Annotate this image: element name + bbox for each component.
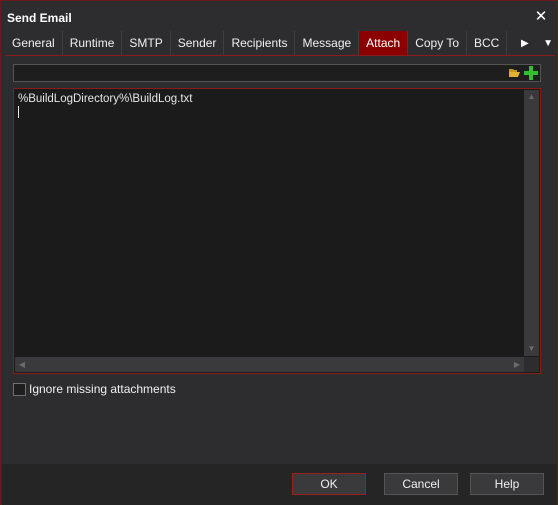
tab-runtime[interactable]: Runtime — [63, 31, 123, 55]
chevron-right-icon[interactable]: ▶ — [521, 38, 529, 49]
scrollbar-corner — [524, 357, 539, 372]
vertical-scrollbar[interactable]: ▲ ▼ — [524, 90, 539, 356]
ok-button[interactable]: OK — [292, 473, 366, 495]
menu-down-icon[interactable]: ▼ — [543, 38, 553, 49]
tab-scroll-controls: ▶ ▼ — [521, 31, 553, 55]
send-email-dialog: Send Email ✕ General Runtime SMTP Sender… — [0, 0, 558, 505]
scroll-right-icon[interactable]: ▶ — [510, 357, 524, 372]
attach-panel: %BuildLogDirectory%\BuildLog.txt ▲ ▼ ◀ ▶… — [5, 56, 554, 464]
folder-icon[interactable] — [509, 68, 520, 78]
scroll-down-icon[interactable]: ▼ — [524, 342, 539, 356]
attachment-path-input[interactable] — [14, 65, 504, 81]
title-bar: Send Email ✕ — [2, 2, 557, 32]
tab-general[interactable]: General — [5, 31, 63, 55]
dialog-title: Send Email — [7, 11, 72, 25]
scroll-left-icon[interactable]: ◀ — [15, 357, 29, 372]
cancel-button[interactable]: Cancel — [384, 473, 458, 495]
tab-smtp[interactable]: SMTP — [122, 31, 171, 55]
dialog-footer: OK Cancel Help — [2, 464, 557, 505]
tab-sender[interactable]: Sender — [171, 31, 225, 55]
ignore-missing-option[interactable]: Ignore missing attachments — [13, 382, 176, 396]
tab-recipients[interactable]: Recipients — [224, 31, 296, 55]
help-button[interactable]: Help — [470, 473, 544, 495]
attachments-list[interactable]: %BuildLogDirectory%\BuildLog.txt ▲ ▼ ◀ ▶ — [13, 88, 541, 374]
close-icon[interactable]: ✕ — [531, 7, 551, 27]
tab-attach[interactable]: Attach — [359, 31, 409, 55]
scroll-up-icon[interactable]: ▲ — [524, 90, 539, 104]
ignore-missing-label: Ignore missing attachments — [29, 382, 176, 396]
text-caret — [18, 106, 19, 118]
ignore-missing-checkbox[interactable] — [13, 382, 26, 396]
tab-copy-to[interactable]: Copy To — [408, 31, 468, 55]
attachment-entry: %BuildLogDirectory%\BuildLog.txt — [18, 93, 193, 105]
tab-bar: General Runtime SMTP Sender Recipients M… — [5, 31, 557, 55]
attachment-path-row — [13, 64, 541, 82]
tab-bcc[interactable]: BCC — [467, 31, 508, 55]
tab-message[interactable]: Message — [295, 31, 360, 55]
horizontal-scrollbar[interactable]: ◀ ▶ — [15, 357, 524, 372]
plus-icon[interactable] — [524, 66, 538, 80]
